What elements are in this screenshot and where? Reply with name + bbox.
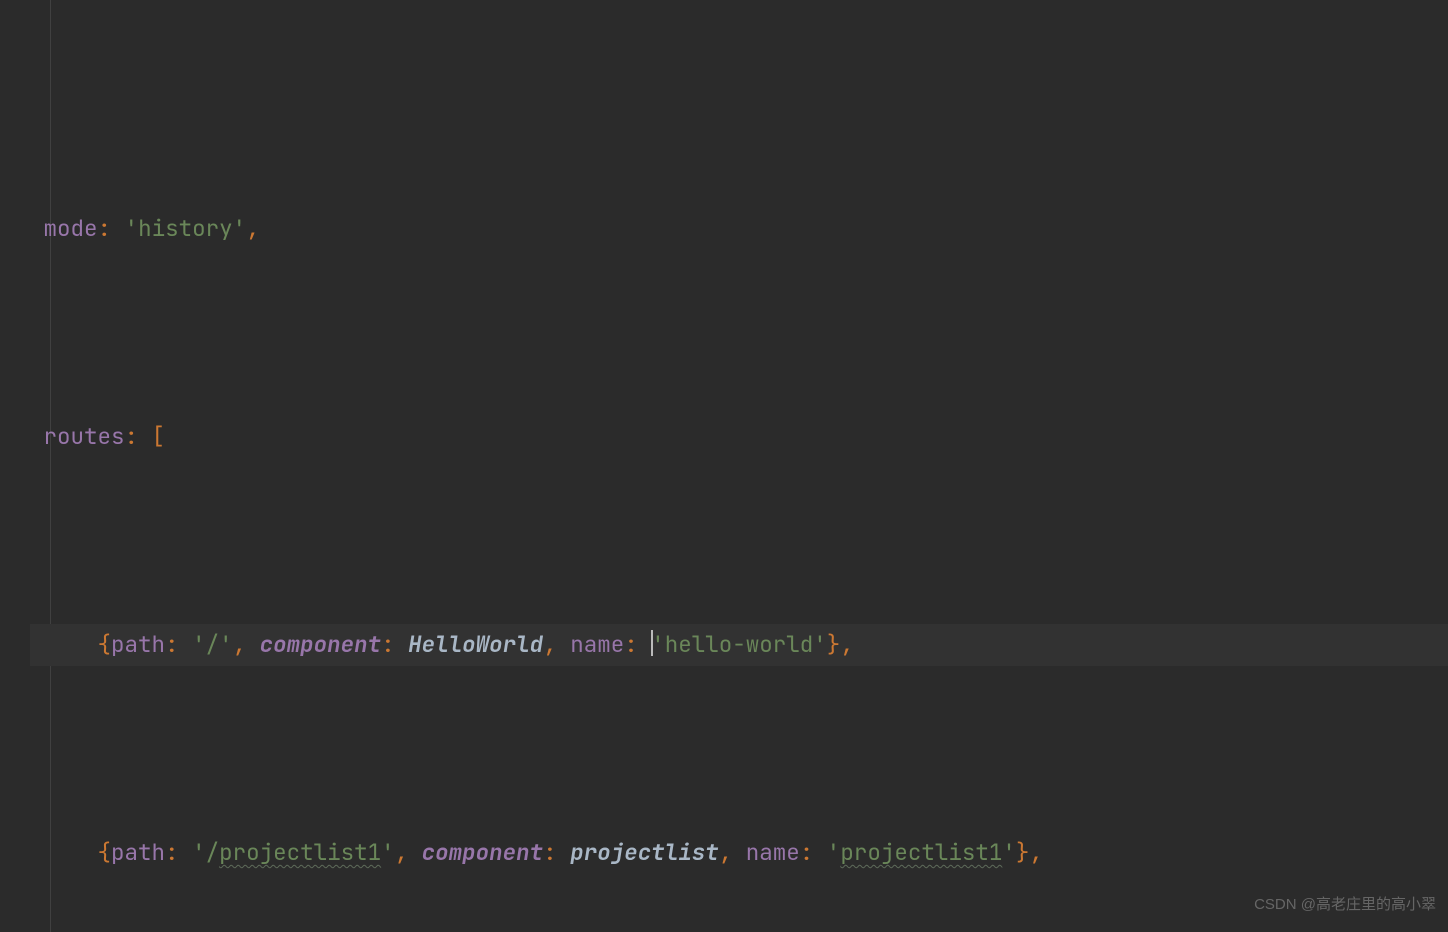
code-line[interactable]: mode: 'history', bbox=[30, 208, 1448, 250]
watermark: CSDN @高老庄里的高小翠 bbox=[1254, 884, 1436, 926]
code-editor[interactable]: mode: 'history', routes: [ {path: '/', c… bbox=[0, 0, 1448, 932]
string-history: 'history' bbox=[125, 213, 247, 243]
code-line[interactable]: {path: '/projectlist1', component: proje… bbox=[30, 832, 1448, 874]
code-line-active[interactable]: {path: '/', component: HelloWorld, name:… bbox=[30, 624, 1448, 666]
code-line[interactable]: routes: [ bbox=[30, 416, 1448, 458]
key-mode: mode bbox=[44, 213, 98, 243]
